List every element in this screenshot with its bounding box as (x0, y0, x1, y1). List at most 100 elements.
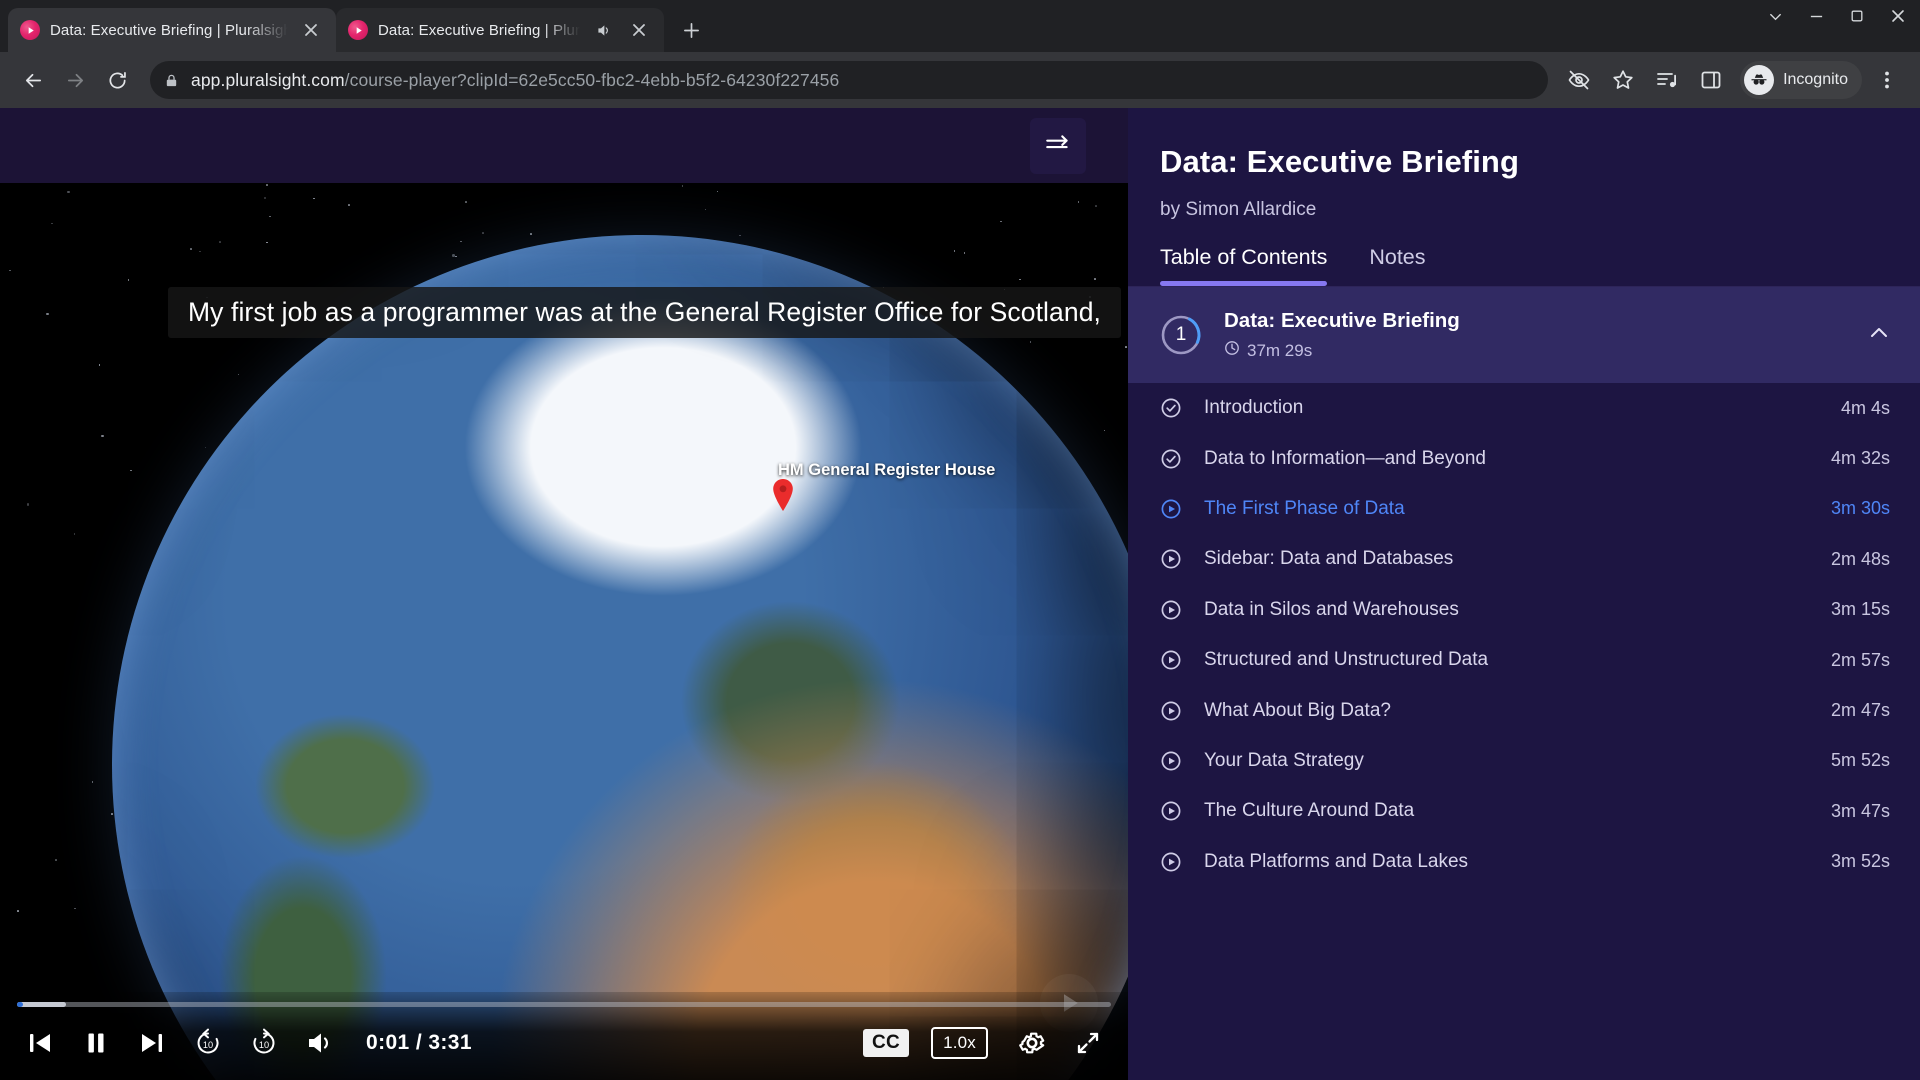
eye-off-icon[interactable] (1560, 61, 1598, 99)
toolbar-icons: Incognito (1560, 61, 1906, 99)
toc-item[interactable]: Structured and Unstructured Data 2m 57s (1128, 635, 1920, 685)
play-circle-icon (1160, 649, 1204, 671)
address-bar[interactable]: app.pluralsight.com/course-player?clipId… (150, 61, 1549, 99)
browser-toolbar: app.pluralsight.com/course-player?clipId… (0, 52, 1920, 108)
play-circle-icon (1160, 498, 1204, 520)
tab-audio-icon[interactable] (590, 17, 616, 43)
clock-icon (1224, 340, 1240, 361)
course-title: Data: Executive Briefing (1160, 144, 1520, 179)
forward-arrow-icon[interactable] (56, 61, 94, 99)
toc-item-label: Data in Silos and Warehouses (1204, 598, 1459, 620)
module-progress-ring: 1 (1160, 314, 1202, 356)
table-of-contents-list: Introduction 4m 4s Data to Information—and… (1128, 383, 1920, 1080)
incognito-avatar (1744, 65, 1775, 95)
toc-item-duration: 2m 57s (1830, 649, 1890, 670)
toc-item-label: The First Phase of Data (1204, 497, 1405, 519)
toc-item-label: Sidebar: Data and Databases (1204, 548, 1454, 570)
close-icon[interactable] (626, 17, 652, 43)
browser-tab-2[interactable]: Data: Executive Briefing | Pluralsight (336, 8, 664, 52)
progress-scrubber[interactable] (17, 1002, 1111, 1007)
collapse-sidebar-icon[interactable] (1030, 117, 1086, 174)
time-display: 0:01 / 3:31 (366, 1031, 472, 1054)
player-top-bar (0, 108, 1128, 183)
progress-buffered (17, 1002, 67, 1007)
video-surface[interactable]: My first job as a programmer was at the … (0, 183, 1128, 1080)
module-duration: 37m 29s (1247, 340, 1313, 360)
fullscreen-icon[interactable] (1062, 1017, 1114, 1069)
toc-item[interactable]: Data to Information—and Beyond 4m 32s (1128, 433, 1920, 483)
map-place-label: HM General Register House (778, 461, 996, 479)
url-text: app.pluralsight.com/course-player?clipId… (191, 70, 839, 91)
toc-item-label: Data to Information—and Beyond (1204, 447, 1487, 469)
toc-item-duration: 5m 52s (1830, 750, 1890, 771)
toc-item-label: Data Platforms and Data Lakes (1204, 850, 1469, 872)
pluralsight-icon (348, 20, 368, 40)
toc-item[interactable]: Data Platforms and Data Lakes 3m 52s (1128, 837, 1920, 887)
rewind-10-icon[interactable]: 10 (182, 1017, 234, 1069)
closed-captions-button[interactable]: CC (863, 1029, 910, 1057)
pluralsight-icon (20, 20, 40, 40)
course-sidebar: Data: Executive Briefing by Simon Allard… (1128, 108, 1920, 1080)
sidebar-tabs: Table of Contents Notes (1160, 245, 1888, 286)
toc-item[interactable]: The Culture Around Data 3m 47s (1128, 786, 1920, 836)
reload-icon[interactable] (98, 61, 136, 99)
toc-item-duration: 2m 48s (1830, 548, 1890, 569)
toc-item-duration: 4m 4s (1840, 397, 1890, 418)
star-icon[interactable] (1604, 61, 1642, 99)
toc-item-label: What About Big Data? (1204, 699, 1391, 721)
toc-item-duration: 3m 30s (1830, 498, 1890, 519)
toc-item-duration: 4m 32s (1830, 448, 1890, 469)
tab-notes[interactable]: Notes (1369, 245, 1425, 286)
profile-chip[interactable]: Incognito (1740, 61, 1862, 99)
url-host: app.pluralsight.com (191, 69, 345, 90)
close-icon[interactable] (298, 17, 324, 43)
url-path: /course-player?clipId=62e5cc50-fbc2-4ebb… (344, 69, 840, 90)
back-arrow-icon[interactable] (14, 61, 52, 99)
check-circle-icon (1160, 397, 1204, 419)
pause-icon[interactable] (70, 1017, 122, 1069)
toc-item-duration: 3m 47s (1830, 800, 1890, 821)
tab-table-of-contents[interactable]: Table of Contents (1160, 245, 1328, 286)
play-circle-icon (1160, 750, 1204, 772)
chevron-up-icon[interactable] (1868, 322, 1890, 349)
forward-10-icon[interactable]: 10 (238, 1017, 290, 1069)
map-pin-icon (770, 478, 796, 512)
tab-title: Data: Executive Briefing | Pluralsight (50, 21, 288, 39)
video-caption: My first job as a programmer was at the … (168, 287, 1121, 338)
maximize-button[interactable] (1850, 9, 1864, 28)
next-clip-icon[interactable] (126, 1017, 178, 1069)
media-list-icon[interactable] (1648, 61, 1686, 99)
browser-window: Data: Executive Briefing | Pluralsight D… (0, 0, 1920, 1080)
previous-clip-icon[interactable] (14, 1017, 66, 1069)
new-tab-button[interactable] (674, 13, 708, 47)
module-number: 1 (1175, 324, 1187, 345)
playback-speed-button[interactable]: 1.0x (931, 1027, 988, 1059)
gear-icon[interactable] (1006, 1017, 1058, 1069)
toc-item[interactable]: Your Data Strategy 5m 52s (1128, 736, 1920, 786)
course-author: by Simon Allardice (1160, 199, 1317, 220)
toc-item[interactable]: What About Big Data? 2m 47s (1128, 685, 1920, 735)
tab-title: Data: Executive Briefing | Pluralsight (378, 21, 580, 39)
check-circle-icon (1160, 448, 1204, 470)
chevron-down-icon[interactable] (1768, 9, 1783, 29)
svg-text:10: 10 (259, 1040, 269, 1050)
side-panel-icon[interactable] (1692, 61, 1730, 99)
volume-icon[interactable] (294, 1017, 346, 1069)
svg-text:10: 10 (203, 1040, 213, 1050)
video-player: My first job as a programmer was at the … (0, 108, 1128, 1080)
toc-item[interactable]: Sidebar: Data and Databases 2m 48s (1128, 534, 1920, 584)
three-dot-menu-icon[interactable] (1868, 61, 1906, 99)
sidebar-header: Data: Executive Briefing by Simon Allard… (1128, 108, 1920, 286)
play-circle-icon (1160, 851, 1204, 873)
close-window-button[interactable] (1890, 8, 1906, 29)
progress-track (17, 1002, 1111, 1007)
toc-item-label: Structured and Unstructured Data (1204, 649, 1489, 671)
browser-tab-1[interactable]: Data: Executive Briefing | Pluralsight (8, 8, 336, 52)
player-controls: 10 10 0:01 / 3:31 CC 1.0x (0, 992, 1128, 1080)
toc-item[interactable]: Data in Silos and Warehouses 3m 15s (1128, 585, 1920, 635)
module-header[interactable]: 1 Data: Executive Briefing 37m 29s (1128, 287, 1920, 383)
toc-item-duration: 3m 52s (1830, 851, 1890, 872)
minimize-button[interactable] (1809, 9, 1824, 29)
toc-item[interactable]: The First Phase of Data 3m 30s (1128, 484, 1920, 534)
toc-item[interactable]: Introduction 4m 4s (1128, 383, 1920, 433)
